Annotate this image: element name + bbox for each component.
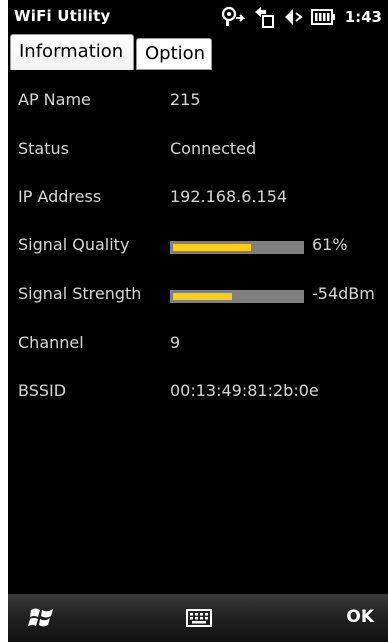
windows-start-icon[interactable] <box>28 604 56 632</box>
battery-icon[interactable] <box>310 8 335 26</box>
ip-address-label: IP Address <box>18 187 102 206</box>
keyboard-icon[interactable] <box>186 608 212 628</box>
row-signal-quality: Signal Quality 61% <box>8 231 388 261</box>
bssid-label: BSSID <box>18 381 67 400</box>
signal-quality-label: Signal Quality <box>18 235 130 254</box>
bssid-value: 00:13:49:81:2b:0e <box>170 381 319 400</box>
ip-address-value: 192.168.6.154 <box>170 187 288 206</box>
signal-icon[interactable] <box>221 6 245 28</box>
signal-strength-bar-fill <box>173 293 232 300</box>
title-bar: WiFi Utility 1:43 <box>8 0 388 34</box>
row-ap-name: AP Name 215 <box>8 86 388 116</box>
status-label: Status <box>18 139 69 158</box>
row-signal-strength: Signal Strength -54dBm <box>8 280 388 310</box>
row-bssid: BSSID 00:13:49:81:2b:0e <box>8 377 388 407</box>
channel-label: Channel <box>18 333 84 352</box>
tab-strip: Information Option <box>8 34 388 74</box>
tab-information[interactable]: Information <box>10 34 134 70</box>
row-ip-address: IP Address 192.168.6.154 <box>8 183 388 213</box>
signal-quality-value: 61% <box>312 235 348 254</box>
signal-quality-bar-fill <box>173 244 251 251</box>
signal-quality-bar <box>170 241 304 254</box>
row-status: Status Connected <box>8 135 388 165</box>
status-icons: 1:43 <box>221 5 382 29</box>
ok-button[interactable]: OK <box>346 607 374 627</box>
soft-key-bar: OK <box>8 594 388 642</box>
channel-value: 9 <box>170 333 181 352</box>
signal-strength-bar <box>170 290 304 303</box>
signal-strength-label: Signal Strength <box>18 284 142 303</box>
information-panel: AP Name 215 Status Connected IP Address … <box>8 74 388 594</box>
row-channel: Channel 9 <box>8 329 388 359</box>
ap-name-label: AP Name <box>18 90 91 109</box>
status-value: Connected <box>170 139 257 158</box>
ap-name-value: 215 <box>170 90 201 109</box>
tab-option[interactable]: Option <box>136 38 212 70</box>
volume-icon[interactable] <box>283 6 303 28</box>
clock[interactable]: 1:43 <box>345 8 382 26</box>
signal-strength-value: -54dBm <box>312 284 375 303</box>
app-title: WiFi Utility <box>14 7 111 25</box>
app-frame: WiFi Utility 1:43 Information Option AP … <box>8 0 388 642</box>
data-connection-icon[interactable] <box>253 6 275 28</box>
